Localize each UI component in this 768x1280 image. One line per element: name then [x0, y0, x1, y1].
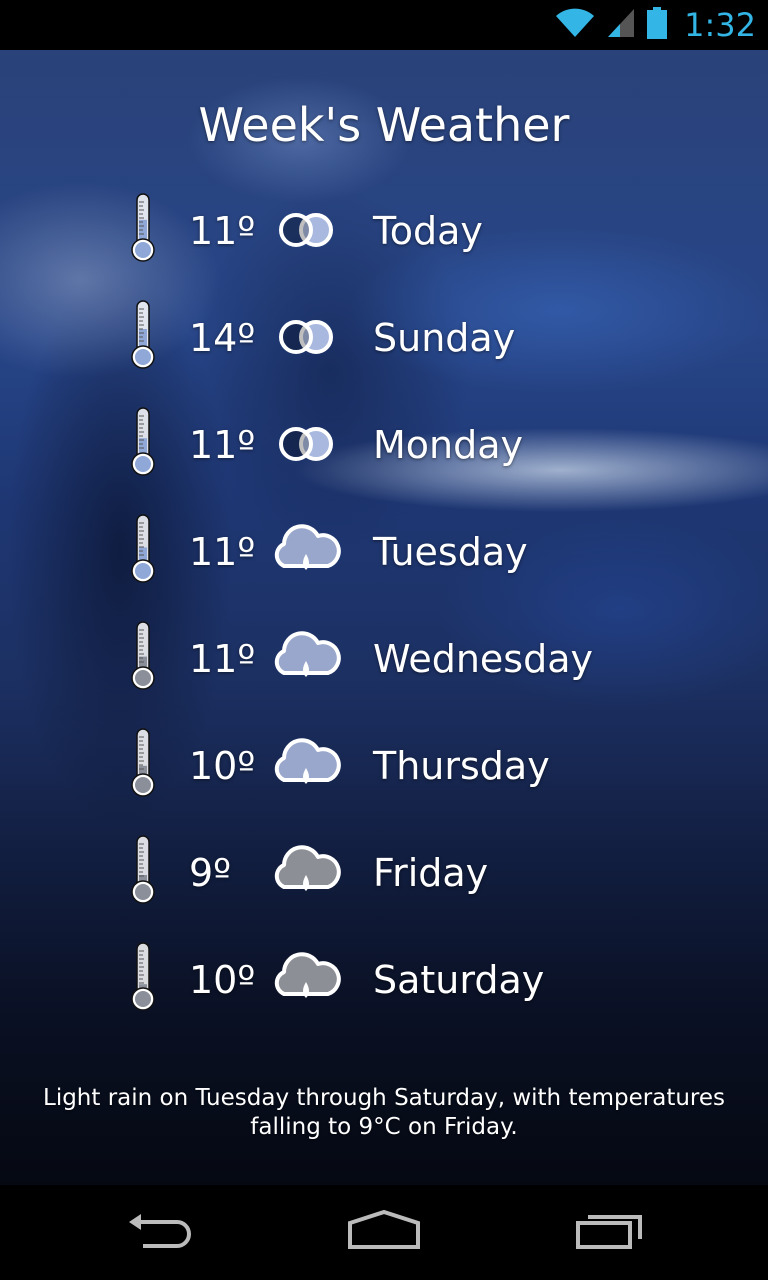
recent-apps-button[interactable] — [560, 1205, 660, 1260]
forecast-row: 9º Friday — [0, 819, 768, 926]
page-title: Week's Weather — [198, 98, 570, 152]
temperature: 11º — [189, 209, 256, 253]
temperature: 11º — [189, 530, 256, 574]
temperature: 14º — [189, 316, 256, 360]
partly-cloudy-icon — [270, 306, 342, 366]
forecast-row: 11º Today — [0, 177, 768, 284]
forecast-row: 11º Monday — [0, 391, 768, 498]
thermometer-icon — [126, 406, 160, 478]
rain-cloud-icon — [270, 841, 342, 901]
back-button[interactable] — [110, 1205, 210, 1260]
day-label: Tuesday — [373, 530, 528, 574]
forecast-list: 11º Today 14º Sunday 11º Monday 11º Tues… — [0, 177, 768, 1033]
thermometer-icon — [126, 941, 160, 1013]
thermometer-icon — [126, 513, 160, 585]
day-label: Today — [373, 209, 483, 253]
thermometer-icon — [126, 620, 160, 692]
recent-apps-icon — [574, 1209, 646, 1256]
thermometer-icon — [126, 192, 160, 264]
clock: 1:32 — [684, 6, 756, 44]
rain-cloud-icon — [270, 948, 342, 1008]
battery-icon — [646, 6, 668, 45]
day-label: Saturday — [373, 958, 545, 1002]
rain-cloud-icon — [270, 627, 342, 687]
wifi-icon — [554, 7, 596, 44]
thermometer-icon — [126, 299, 160, 371]
temperature: 10º — [189, 744, 256, 788]
day-label: Friday — [373, 851, 489, 895]
temperature: 10º — [189, 958, 256, 1002]
day-label: Wednesday — [373, 637, 594, 681]
weather-summary: Light rain on Tuesday through Saturday, … — [43, 1085, 725, 1140]
day-label: Thursday — [373, 744, 550, 788]
status-icons: 1:32 — [554, 0, 756, 50]
forecast-row: 14º Sunday — [0, 284, 768, 391]
thermometer-icon — [126, 834, 160, 906]
home-button[interactable] — [334, 1205, 434, 1260]
thermometer-icon — [126, 727, 160, 799]
temperature: 11º — [189, 637, 256, 681]
forecast-row: 11º Wednesday — [0, 605, 768, 712]
back-icon — [125, 1210, 195, 1255]
day-label: Sunday — [373, 316, 516, 360]
home-icon — [346, 1209, 422, 1256]
navigation-bar — [0, 1185, 768, 1280]
rain-cloud-icon — [270, 520, 342, 580]
day-label: Monday — [373, 423, 524, 467]
forecast-row: 11º Tuesday — [0, 498, 768, 605]
rain-cloud-icon — [270, 734, 342, 794]
temperature: 11º — [189, 423, 256, 467]
cell-signal-icon — [606, 7, 636, 44]
forecast-row: 10º Thursday — [0, 712, 768, 819]
status-bar: 1:32 — [0, 0, 768, 50]
screen: 1:32 Week's Weather 11º Today 14º Sunday… — [0, 0, 768, 1280]
forecast-row: 10º Saturday — [0, 926, 768, 1033]
partly-cloudy-icon — [270, 413, 342, 473]
partly-cloudy-icon — [270, 199, 342, 259]
temperature: 9º — [189, 851, 232, 895]
